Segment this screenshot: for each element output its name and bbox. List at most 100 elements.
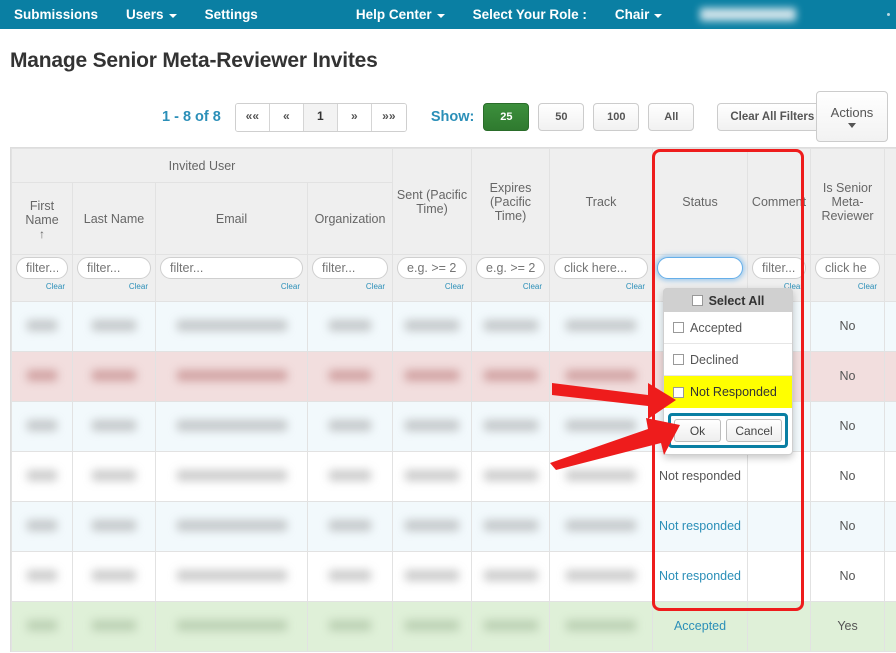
column-header-sent[interactable]: Sent (Pacific Time) bbox=[392, 148, 473, 255]
filter-input-organization[interactable] bbox=[312, 257, 389, 279]
dropdown-select-all-row[interactable]: Select All bbox=[664, 289, 792, 312]
checkbox-select-all[interactable] bbox=[691, 295, 703, 306]
status-value: Not responded bbox=[659, 569, 742, 583]
option-label-declined: Declined bbox=[690, 352, 739, 367]
select-all-label: Select All bbox=[708, 293, 765, 308]
option-label-accepted: Accepted bbox=[690, 320, 743, 335]
filter-input-email[interactable] bbox=[160, 257, 303, 279]
nav-item-help-center[interactable]: Help Center bbox=[342, 0, 459, 29]
column-header-status[interactable]: Status bbox=[652, 148, 749, 255]
table-row[interactable]: Not responded No bbox=[11, 451, 896, 502]
nav-label-help-center: Help Center bbox=[355, 7, 432, 22]
table-toolbar: 1 - 8 of 8 «« « 1 » »» Show: 25 50 100 A… bbox=[0, 91, 896, 142]
checkbox-accepted[interactable] bbox=[673, 322, 684, 333]
pager-prev-button[interactable]: « bbox=[269, 103, 304, 131]
cell-sent bbox=[392, 351, 473, 402]
filter-input-is-senior[interactable] bbox=[815, 257, 881, 279]
cell-comment bbox=[747, 451, 812, 502]
checkbox-declined[interactable] bbox=[673, 354, 684, 365]
clear-all-filters-button[interactable]: Clear All Filters bbox=[717, 103, 828, 131]
record-count-label: 1 - 8 of 8 bbox=[162, 109, 221, 125]
redacted-value bbox=[566, 469, 637, 481]
filter-input-last-name[interactable] bbox=[77, 257, 151, 279]
filter-input-track[interactable] bbox=[554, 257, 649, 279]
cell-last-name bbox=[72, 451, 156, 502]
cell-sent bbox=[392, 401, 473, 452]
role-selector-value[interactable]: Chair bbox=[601, 0, 677, 29]
cell-email bbox=[155, 351, 308, 402]
redacted-value bbox=[27, 419, 57, 431]
cell-expires bbox=[471, 601, 551, 652]
filter-clear-email[interactable]: Clear bbox=[160, 282, 303, 291]
actions-button[interactable]: Actions bbox=[816, 91, 888, 142]
filter-cell-first-name: Clear bbox=[11, 254, 73, 302]
cell-first-name bbox=[11, 501, 73, 552]
cell-first-name bbox=[11, 351, 73, 402]
filter-clear-organization[interactable]: Clear bbox=[312, 282, 388, 291]
column-label-track: Track bbox=[585, 194, 617, 209]
dropdown-option-accepted[interactable]: Accepted bbox=[664, 312, 792, 344]
dropdown-cancel-button[interactable]: Cancel bbox=[726, 419, 782, 442]
cell-email bbox=[155, 301, 308, 352]
column-header-organization[interactable]: Organization bbox=[306, 182, 394, 255]
nav-item-settings[interactable]: Settings bbox=[191, 0, 272, 29]
page-size-100-button[interactable]: 100 bbox=[593, 103, 640, 131]
column-header-track[interactable]: Track bbox=[549, 148, 654, 255]
filter-input-first-name[interactable] bbox=[16, 257, 68, 279]
redacted-value bbox=[92, 569, 136, 581]
filter-clear-is-senior[interactable]: Clear bbox=[815, 282, 880, 291]
column-header-is-senior-meta-reviewer[interactable]: Is Senior Meta-Reviewer bbox=[810, 148, 886, 255]
page-size-25-button[interactable]: 25 bbox=[483, 103, 530, 131]
filter-clear-first-name[interactable]: Clear bbox=[16, 282, 68, 291]
page-size-50-button[interactable]: 50 bbox=[538, 103, 585, 131]
cell-expires bbox=[471, 351, 551, 402]
cell-is-senior-meta-reviewer: No bbox=[810, 351, 886, 402]
dropdown-ok-button[interactable]: Ok bbox=[674, 419, 721, 442]
nav-label-users: Users bbox=[126, 7, 164, 22]
page-size-all-button[interactable]: All bbox=[648, 103, 695, 131]
cell-sent bbox=[392, 451, 473, 502]
nav-item-users[interactable]: Users bbox=[112, 0, 191, 29]
dropdown-button-group: Ok Cancel bbox=[668, 413, 788, 448]
pagination-control[interactable]: «« « 1 » »» bbox=[234, 102, 407, 132]
filter-cell-expires: Clear bbox=[471, 254, 551, 302]
cell-first-name bbox=[11, 301, 73, 352]
checkbox-not-responded[interactable] bbox=[673, 386, 684, 398]
column-header-last-name[interactable]: Last Name bbox=[72, 182, 156, 255]
redacted-value bbox=[566, 569, 637, 581]
cell-expires bbox=[471, 401, 551, 452]
dropdown-option-declined[interactable]: Declined bbox=[664, 344, 792, 376]
pager-next-button[interactable]: » bbox=[337, 103, 372, 131]
filter-input-expires[interactable] bbox=[476, 257, 546, 279]
table-row[interactable]: Accepted Yes bbox=[11, 601, 896, 652]
column-header-comment[interactable]: Comment bbox=[747, 148, 812, 255]
dropdown-option-not-responded[interactable]: Not Responded bbox=[664, 376, 792, 408]
filter-clear-expires[interactable]: Clear bbox=[476, 282, 545, 291]
column-header-first-name[interactable]: First Name ↑ bbox=[11, 182, 73, 255]
cell-overflow bbox=[884, 551, 896, 602]
nav-label-settings: Settings bbox=[204, 7, 258, 22]
redacted-value bbox=[27, 569, 57, 581]
filter-input-status[interactable] bbox=[657, 257, 744, 279]
nav-item-submissions[interactable]: Submissions bbox=[0, 0, 112, 29]
filter-clear-track[interactable]: Clear bbox=[554, 282, 648, 291]
filter-clear-last-name[interactable]: Clear bbox=[77, 282, 151, 291]
filter-clear-sent[interactable]: Clear bbox=[397, 282, 467, 291]
column-header-expires[interactable]: Expires (Pacific Time) bbox=[471, 148, 551, 255]
pager-first-button[interactable]: «« bbox=[235, 103, 270, 131]
redacted-value bbox=[92, 619, 136, 631]
table-row[interactable]: Not responded No bbox=[11, 551, 896, 602]
redacted-value bbox=[405, 419, 460, 431]
redacted-value bbox=[92, 319, 136, 331]
pager-page-1-button[interactable]: 1 bbox=[303, 103, 338, 131]
pager-last-button[interactable]: »» bbox=[371, 103, 406, 131]
cell-status: Not responded bbox=[652, 501, 749, 552]
table-row[interactable]: Not responded No bbox=[11, 501, 896, 552]
cell-overflow bbox=[884, 451, 896, 502]
filter-input-comment[interactable] bbox=[752, 257, 807, 279]
column-header-email[interactable]: Email bbox=[155, 182, 308, 255]
sort-ascending-icon: ↑ bbox=[39, 226, 45, 241]
cell-track bbox=[549, 351, 654, 402]
cell-track bbox=[549, 501, 654, 552]
filter-input-sent[interactable] bbox=[397, 257, 468, 279]
